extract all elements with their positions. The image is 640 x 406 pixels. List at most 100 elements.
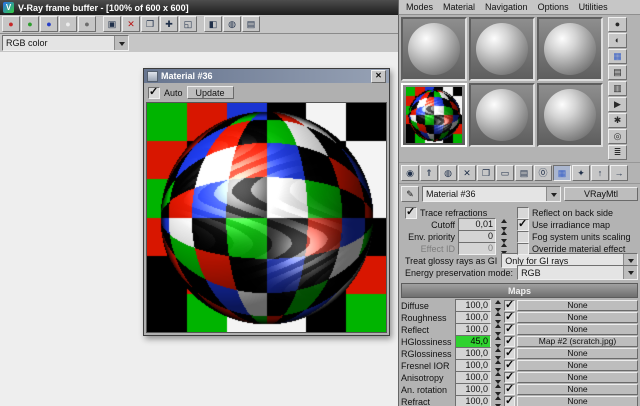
spinner-up-icon[interactable] — [500, 218, 507, 223]
spinner-up-icon[interactable] — [500, 242, 507, 247]
material-type-button[interactable]: VRayMtl — [564, 187, 638, 201]
make-material-copy-icon[interactable]: ❐ — [477, 165, 495, 181]
spinner-up-icon[interactable] — [494, 383, 501, 388]
map-slot-button[interactable]: None — [517, 312, 638, 323]
sample-slot-active[interactable] — [401, 83, 467, 147]
menu-modes[interactable]: Modes — [402, 2, 437, 12]
close-icon[interactable] — [371, 69, 386, 83]
blue-channel-icon[interactable]: ● — [40, 16, 58, 32]
go-to-parent-icon[interactable]: ↑ — [591, 165, 609, 181]
assign-material-to-selection-icon[interactable]: ◍ — [439, 165, 457, 181]
maps-rollout-header[interactable]: Maps — [401, 283, 638, 298]
use-irradiance-map-label: Use irradiance map — [532, 219, 611, 230]
map-row: RGlossiness 100,0 None — [401, 346, 638, 360]
dropdown-arrow-icon[interactable] — [114, 36, 128, 50]
sample-type-icon[interactable]: ● — [608, 17, 627, 32]
use-irradiance-map-checkbox[interactable] — [517, 217, 529, 231]
red-channel-icon[interactable]: ● — [2, 16, 20, 32]
options-icon[interactable]: ✱ — [608, 113, 627, 128]
spinner-up-icon[interactable] — [494, 323, 501, 328]
fog-system-units-checkbox[interactable] — [517, 230, 529, 243]
spinner-up-icon[interactable] — [494, 299, 501, 304]
vfb-titlebar[interactable]: V V-Ray frame buffer - [100% of 600 x 60… — [0, 0, 398, 15]
map-slot-button[interactable]: None — [517, 396, 638, 406]
background-icon[interactable]: ▦ — [608, 49, 627, 64]
vfb-title-text: V-Ray frame buffer - [100% of 600 x 600] — [18, 2, 189, 13]
override-material-effect-checkbox[interactable] — [517, 242, 529, 255]
map-amount-field[interactable]: 100,0 — [455, 395, 491, 406]
spinner-up-icon[interactable] — [494, 347, 501, 352]
map-enable-checkbox[interactable] — [504, 394, 515, 406]
go-forward-to-sibling-icon[interactable]: → — [610, 165, 628, 181]
menu-options[interactable]: Options — [534, 2, 573, 12]
monochrome-channel-icon[interactable]: ● — [78, 16, 96, 32]
energy-mode-select[interactable]: RGB — [517, 265, 638, 280]
map-slot-button[interactable]: None — [517, 348, 638, 359]
map-slot-button[interactable]: None — [517, 384, 638, 395]
map-row: Anisotropy 100,0 None — [401, 370, 638, 384]
material-name-select[interactable]: Material #36 — [422, 186, 561, 202]
save-image-icon[interactable]: ▣ — [103, 16, 121, 32]
dropdown-arrow-icon[interactable] — [623, 266, 637, 279]
alpha-channel-icon[interactable]: ● — [59, 16, 77, 32]
spinner-up-icon[interactable] — [494, 359, 501, 364]
update-button[interactable]: Update — [186, 86, 234, 99]
auto-checkbox[interactable] — [148, 85, 160, 99]
spinner-up-icon[interactable] — [500, 230, 507, 235]
toolbar-icon[interactable] — [97, 17, 102, 31]
map-slot-button[interactable]: None — [517, 324, 638, 335]
map-slot-button[interactable]: None — [517, 360, 638, 371]
map-label: Reflect — [401, 324, 430, 335]
make-unique-icon[interactable]: ▭ — [496, 165, 514, 181]
pick-material-icon[interactable]: ✎ — [401, 186, 419, 202]
reflect-on-back-side-label: Reflect on back side — [532, 207, 614, 218]
select-by-material-icon[interactable]: ◎ — [608, 129, 627, 144]
dropdown-arrow-icon[interactable] — [546, 187, 560, 201]
clear-image-icon[interactable]: ✕ — [122, 16, 140, 32]
menu-navigation[interactable]: Navigation — [481, 2, 532, 12]
menu-material[interactable]: Material — [439, 2, 479, 12]
color-correction-icon[interactable]: ◧ — [204, 16, 222, 32]
map-slot-button[interactable]: None — [517, 372, 638, 383]
video-color-check-icon[interactable]: ▥ — [608, 81, 627, 96]
sample-slot[interactable] — [537, 17, 603, 81]
stamp-icon[interactable]: ▤ — [242, 16, 260, 32]
spinner-up-icon[interactable] — [494, 311, 501, 316]
spinner-up-icon[interactable] — [494, 395, 501, 400]
duplicate-to-host-icon[interactable]: ❐ — [141, 16, 159, 32]
show-map-in-viewport-icon[interactable]: ▦ — [553, 165, 571, 181]
make-preview-icon[interactable]: ▶ — [608, 97, 627, 112]
show-end-result-icon[interactable]: ✦ — [572, 165, 590, 181]
channel-select[interactable]: RGB color — [2, 35, 129, 51]
active-material-sphere — [406, 87, 462, 143]
backlight-icon[interactable]: ◐ — [608, 33, 627, 48]
map-row: Fresnel IOR 100,0 None — [401, 358, 638, 372]
sample-slot[interactable] — [401, 17, 467, 81]
material-preview-titlebar[interactable]: Material #36 — [144, 69, 389, 83]
trace-refractions-checkbox[interactable] — [405, 205, 417, 219]
spinner-up-icon[interactable] — [494, 371, 501, 376]
green-channel-icon[interactable]: ● — [21, 16, 39, 32]
srgb-icon[interactable]: ◍ — [223, 16, 241, 32]
track-mouse-icon[interactable]: ✚ — [160, 16, 178, 32]
region-render-icon[interactable]: ◱ — [179, 16, 197, 32]
sample-slot[interactable] — [469, 83, 535, 147]
material-id-channel-icon[interactable]: ⓪ — [534, 165, 552, 181]
sample-uv-tiling-icon[interactable]: ▤ — [608, 65, 627, 80]
effect-id-field[interactable]: 0 — [458, 242, 496, 255]
material-map-navigator-icon[interactable]: ≣ — [608, 145, 627, 160]
refraction-parameters: Trace refractions Reflect on back side C… — [399, 204, 640, 282]
menu-utilities[interactable]: Utilities — [575, 2, 612, 12]
put-to-library-icon[interactable]: ▤ — [515, 165, 533, 181]
put-material-to-scene-icon[interactable]: ⇑ — [420, 165, 438, 181]
get-material-icon[interactable]: ◉ — [401, 165, 419, 181]
map-slot-button[interactable]: None — [517, 300, 638, 311]
reset-map-icon[interactable]: ✕ — [458, 165, 476, 181]
material-sphere — [544, 23, 596, 75]
map-amount-spinner[interactable] — [493, 395, 502, 406]
toolbar-icon[interactable] — [198, 17, 203, 31]
spinner-up-icon[interactable] — [494, 335, 501, 340]
sample-slot[interactable] — [469, 17, 535, 81]
map-slot-button[interactable]: Map #2 (scratch.jpg) — [517, 336, 638, 347]
sample-slot[interactable] — [537, 83, 603, 147]
